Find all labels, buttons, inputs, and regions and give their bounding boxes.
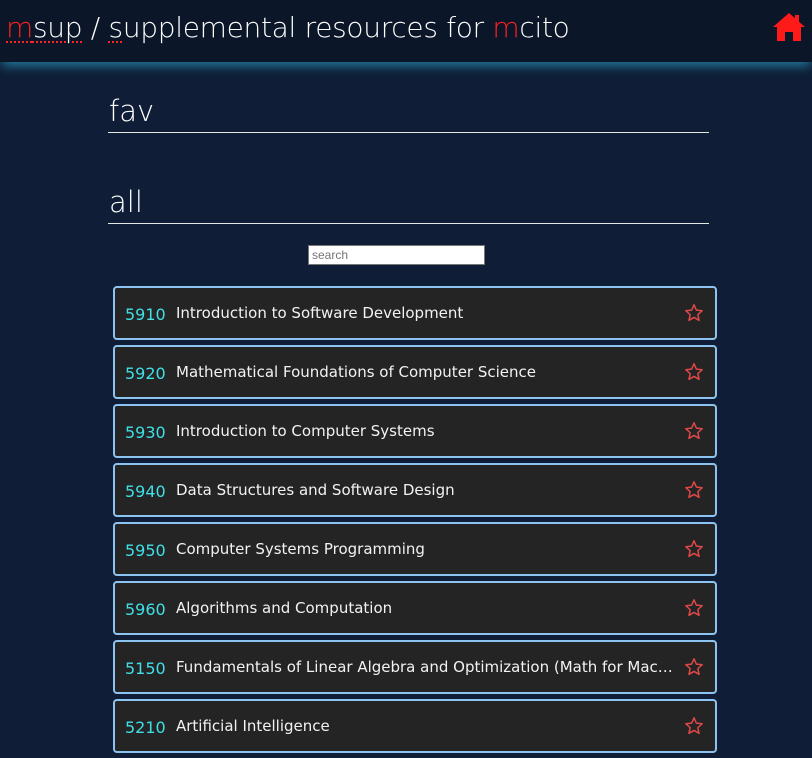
- course-card[interactable]: 5920 Mathematical Foundations of Compute…: [113, 345, 717, 399]
- course-card[interactable]: 5930 Introduction to Computer Systems: [113, 404, 717, 458]
- course-number: 5940: [125, 482, 166, 501]
- brand-s: s: [108, 11, 124, 44]
- course-number: 5150: [125, 659, 166, 678]
- home-button[interactable]: [772, 11, 806, 43]
- home-icon: [773, 13, 805, 41]
- favorite-star-icon[interactable]: [684, 657, 704, 677]
- favorite-star-icon[interactable]: [684, 303, 704, 323]
- app-header: msup / supplemental resources for mcito: [0, 0, 812, 62]
- search-input[interactable]: [308, 245, 485, 265]
- favorite-star-icon[interactable]: [684, 362, 704, 382]
- course-title: Introduction to Software Development: [176, 304, 464, 322]
- course-card[interactable]: 5910 Introduction to Software Developmen…: [113, 286, 717, 340]
- favorite-star-icon[interactable]: [684, 539, 704, 559]
- section-heading-fav: fav: [108, 94, 709, 133]
- brand-separator: /: [82, 11, 109, 44]
- course-title: Data Structures and Software Design: [176, 481, 455, 499]
- course-number: 5950: [125, 541, 166, 560]
- course-card[interactable]: 5210 Artificial Intelligence: [113, 699, 717, 753]
- brand-m: m: [6, 11, 33, 44]
- course-number: 5930: [125, 423, 166, 442]
- favorite-star-icon[interactable]: [684, 421, 704, 441]
- section-heading-all: all: [108, 185, 709, 224]
- course-number: 5920: [125, 364, 166, 383]
- course-title: Algorithms and Computation: [176, 599, 393, 617]
- course-number: 5960: [125, 600, 166, 619]
- course-list: 5910 Introduction to Software Developmen…: [113, 286, 717, 758]
- course-title: Artificial Intelligence: [176, 717, 330, 735]
- course-number: 5210: [125, 718, 166, 737]
- brand-subtitle: upplemental resources for: [122, 11, 493, 44]
- brand-cito: cito: [519, 11, 570, 44]
- course-card[interactable]: 5150 Fundamentals of Linear Algebra and …: [113, 640, 717, 694]
- favorite-star-icon[interactable]: [684, 598, 704, 618]
- brand-sup: sup: [32, 11, 83, 44]
- course-card[interactable]: 5940 Data Structures and Software Design: [113, 463, 717, 517]
- course-number: 5910: [125, 305, 166, 324]
- course-title: Fundamentals of Linear Algebra and Optim…: [176, 658, 674, 676]
- favorite-star-icon[interactable]: [684, 480, 704, 500]
- course-card[interactable]: 5960 Algorithms and Computation: [113, 581, 717, 635]
- app-title: msup / supplemental resources for mcito: [6, 11, 570, 44]
- course-card[interactable]: 5950 Computer Systems Programming: [113, 522, 717, 576]
- favorite-star-icon[interactable]: [684, 716, 704, 736]
- course-title: Computer Systems Programming: [176, 540, 425, 558]
- brand-m2: m: [492, 11, 520, 44]
- course-title: Mathematical Foundations of Computer Sci…: [176, 363, 536, 381]
- course-title: Introduction to Computer Systems: [176, 422, 435, 440]
